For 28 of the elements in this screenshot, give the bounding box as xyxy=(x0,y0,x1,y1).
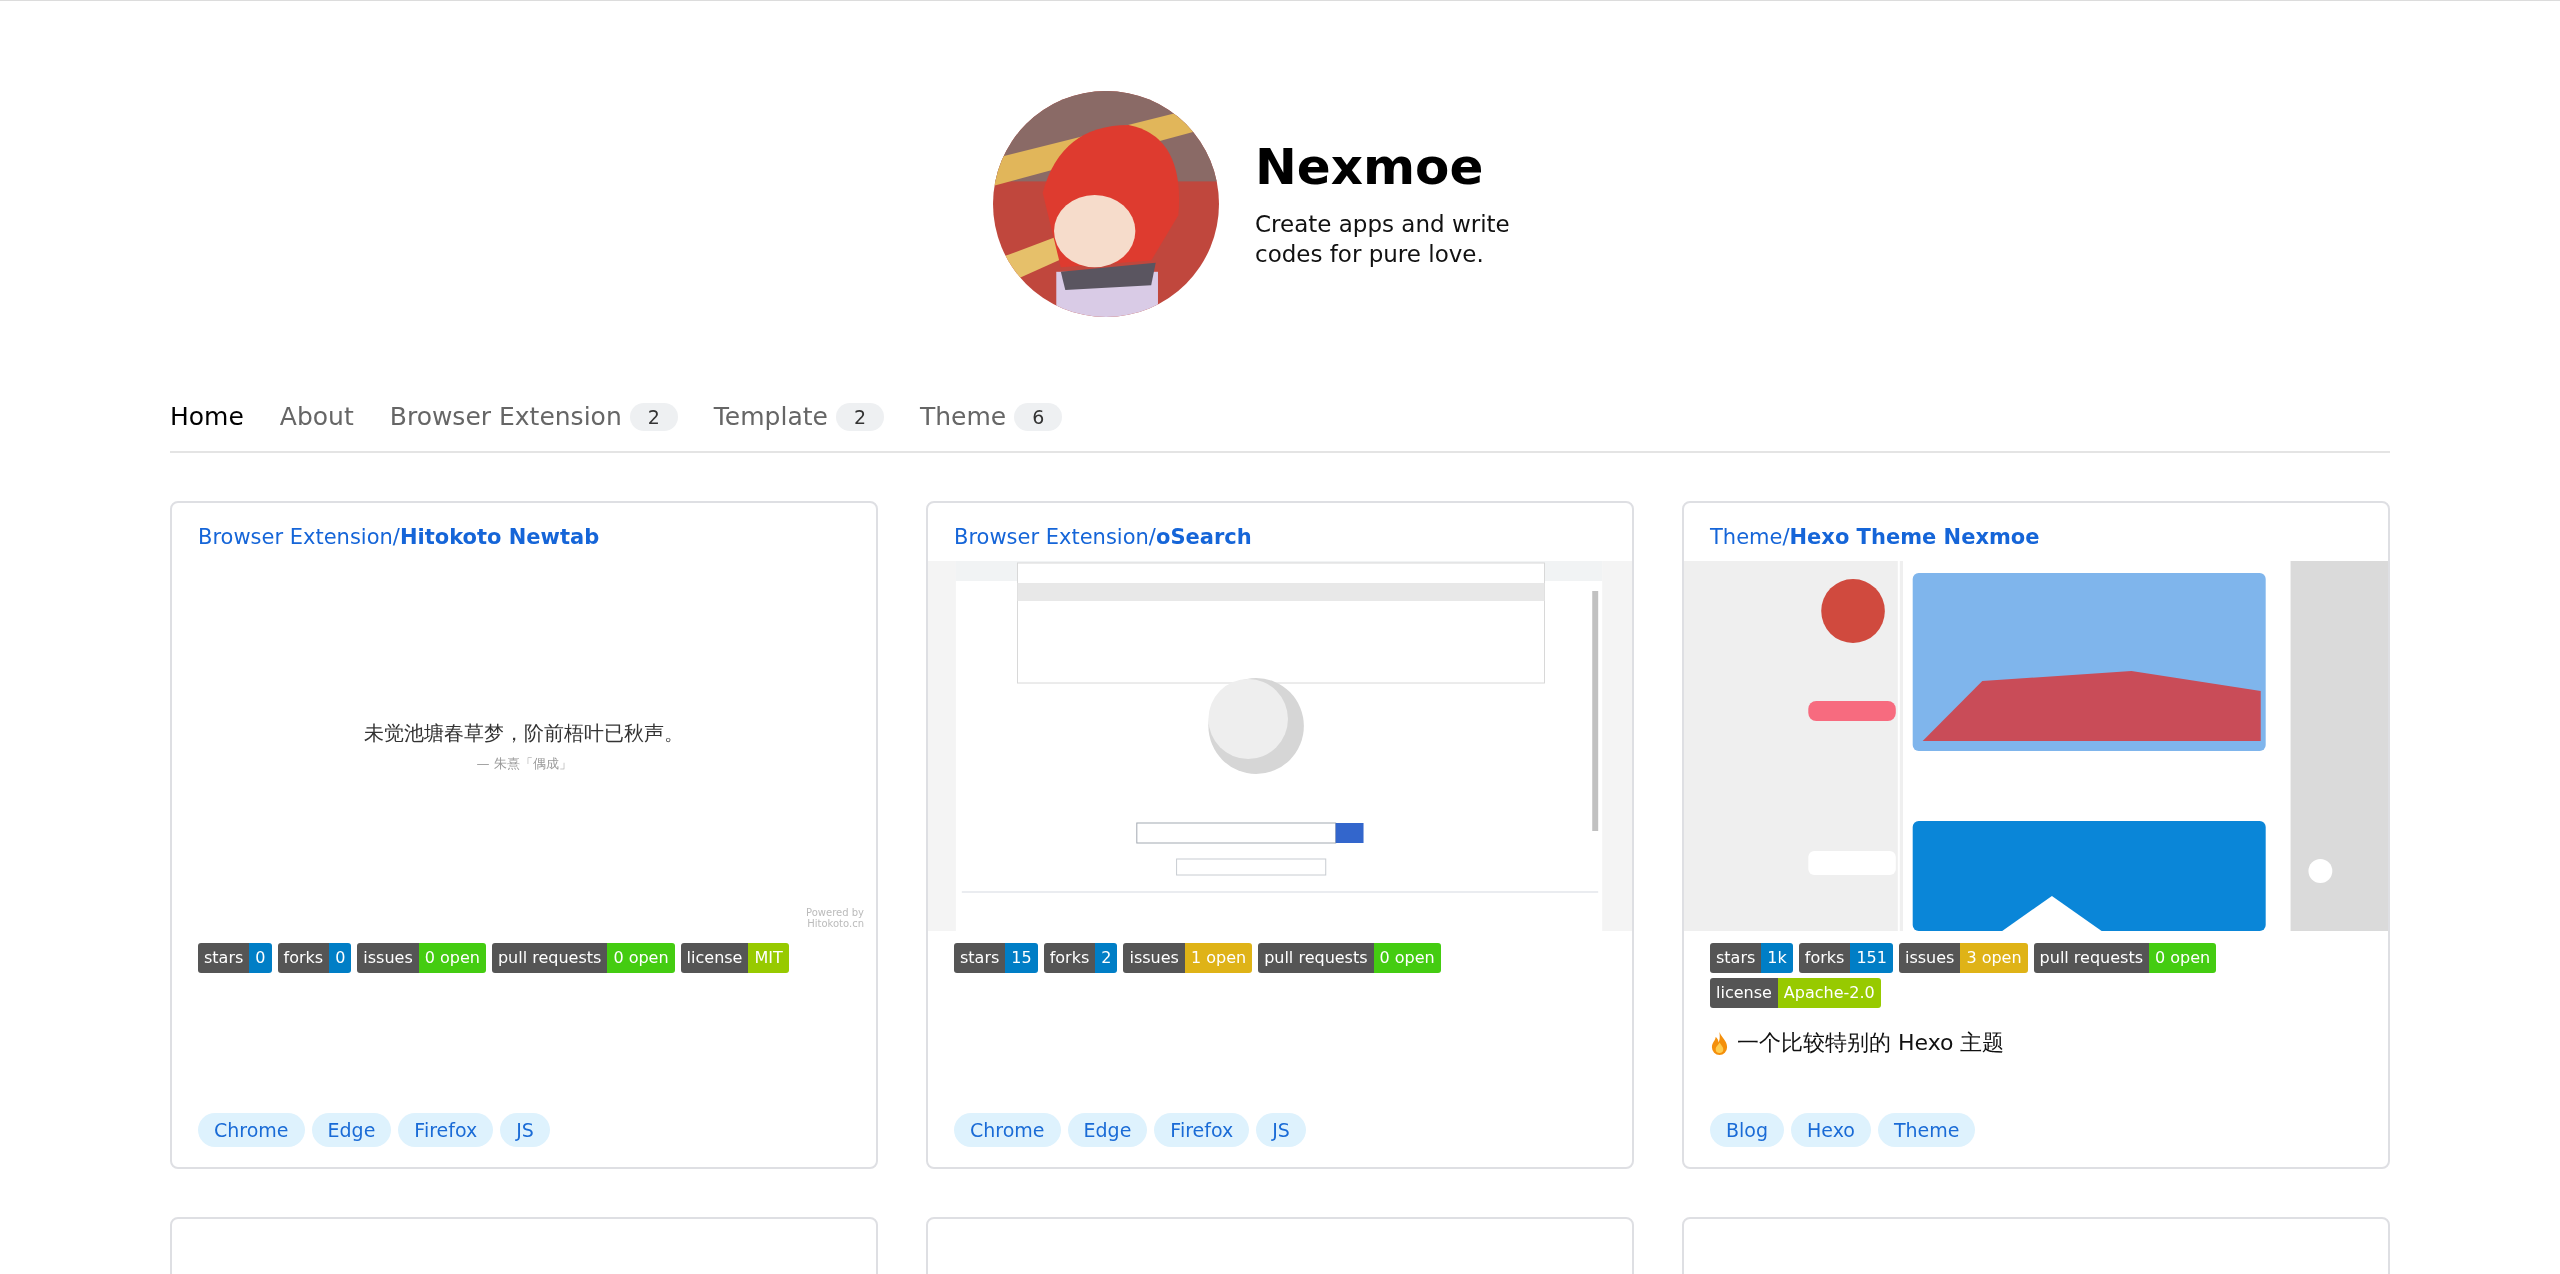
project-link[interactable]: Browser Extension/oSearch xyxy=(928,503,1632,561)
count-badge: 2 xyxy=(835,402,884,431)
project-link[interactable]: Browser Extension/Hitokoto Newtab xyxy=(172,503,876,561)
nav-tab[interactable]: About xyxy=(279,402,354,431)
nav-tab[interactable]: Browser Extension 2 xyxy=(389,402,678,431)
tag-chip[interactable]: Chrome xyxy=(198,1113,305,1147)
project-link[interactable]: Theme/Hexo Theme Nexmoe xyxy=(1684,503,2388,561)
tag-chip[interactable]: Edge xyxy=(1067,1113,1148,1147)
project-description: 一个比较特别的 Hexo 主题 xyxy=(1737,1029,2005,1057)
tag-chip[interactable]: Chrome xyxy=(954,1113,1061,1147)
tag-chip[interactable]: Hexo xyxy=(1791,1113,1871,1147)
tag-chip[interactable]: Edge xyxy=(311,1113,392,1147)
tag-chip[interactable]: Blog xyxy=(1710,1113,1784,1147)
tag-chip[interactable]: Theme xyxy=(1877,1113,1976,1147)
tag-chip[interactable]: Firefox xyxy=(398,1113,494,1147)
tag-chip[interactable]: JS xyxy=(1256,1113,1306,1147)
credit-text: Powered by Hitokoto.cn xyxy=(805,907,864,929)
nav-tab[interactable]: Home xyxy=(170,402,244,431)
tag-chip[interactable]: JS xyxy=(500,1113,550,1147)
count-badge: 6 xyxy=(1014,402,1063,431)
count-badge: 2 xyxy=(629,402,678,431)
quote-source: — 朱熹「偶成」 xyxy=(476,754,572,773)
nav-tab[interactable]: Theme 6 xyxy=(920,402,1063,431)
tag-chip[interactable]: Firefox xyxy=(1154,1113,1250,1147)
nav-tab[interactable]: Template 2 xyxy=(713,402,884,431)
quote-text: 未觉池塘春草梦，阶前梧叶已秋声。 xyxy=(364,719,684,747)
site-tagline: Create apps and write codes for pure love. xyxy=(1255,210,1511,269)
site-title: Nexmoe xyxy=(1255,138,1485,197)
